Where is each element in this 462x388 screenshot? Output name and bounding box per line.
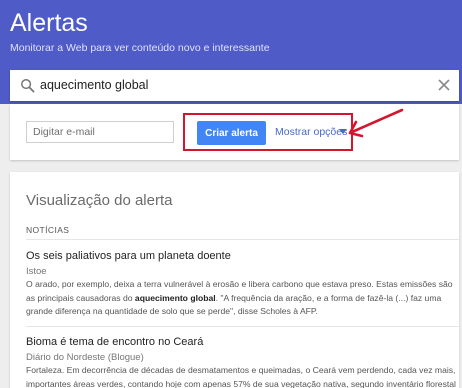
close-icon[interactable] (437, 78, 451, 92)
create-alert-button[interactable]: Criar alerta (197, 121, 266, 145)
article-snippet: O arado, por exemplo, deixa a terra vuln… (26, 279, 453, 316)
search-icon (21, 79, 35, 93)
alert-preview-card: Visualização do alerta NOTÍCIAS Os seis … (10, 172, 459, 388)
section-label-news: NOTÍCIAS (26, 225, 70, 235)
arrow-annotation-icon (348, 108, 404, 138)
email-field[interactable] (26, 121, 174, 143)
article-title[interactable]: Bioma é tema de encontro no Ceará (26, 336, 203, 348)
page-subtitle: Monitorar a Web para ver conteúdo novo e… (10, 42, 270, 54)
page-title: Alertas (10, 9, 88, 37)
article-snippet: Fortaleza. Em decorrência de décadas de … (26, 365, 456, 388)
alert-options-card: Criar alerta Mostrar opções (10, 104, 459, 160)
divider (26, 239, 459, 240)
show-options-link[interactable]: Mostrar opções (275, 126, 347, 138)
article-source: Diário do Nordeste (Blogue) (26, 352, 144, 363)
divider (26, 326, 459, 327)
preview-title: Visualização do alerta (26, 192, 173, 209)
article-source: Istoe (26, 266, 47, 277)
article-title[interactable]: Os seis paliativos para um planeta doent… (26, 250, 231, 262)
search-query[interactable]: aquecimento global (40, 78, 148, 92)
search-input[interactable]: aquecimento global (10, 70, 459, 101)
